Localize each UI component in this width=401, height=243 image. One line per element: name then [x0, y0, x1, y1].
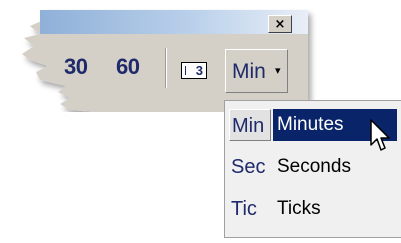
close-button[interactable]: ×	[268, 15, 292, 33]
menu-item-short-label: Sec	[231, 156, 266, 178]
frame-rate-60-button[interactable]: 60	[116, 54, 140, 80]
menu-item-full-label: Ticks	[277, 198, 321, 219]
time-unit-label: Min	[232, 60, 266, 83]
menu-item-seconds[interactable]: Sec Seconds	[225, 147, 401, 187]
menu-item-ticks[interactable]: Tic Ticks	[225, 189, 401, 229]
close-icon: ×	[274, 16, 286, 32]
arrow-pointer-icon	[370, 119, 390, 151]
menu-item-short-label: Min	[229, 109, 271, 141]
frame-rate-partial-label[interactable]: 30	[64, 54, 88, 80]
toolbar-separator	[165, 48, 167, 88]
frame-count-value: 3	[195, 63, 203, 78]
time-unit-dropdown-button[interactable]: Min ▾	[225, 49, 288, 93]
menu-item-full-label: Seconds	[277, 156, 351, 177]
menu-item-short-label: Tic	[231, 198, 257, 220]
chevron-down-icon: ▾	[275, 65, 281, 77]
frame-count-field[interactable]: 3	[181, 62, 207, 79]
